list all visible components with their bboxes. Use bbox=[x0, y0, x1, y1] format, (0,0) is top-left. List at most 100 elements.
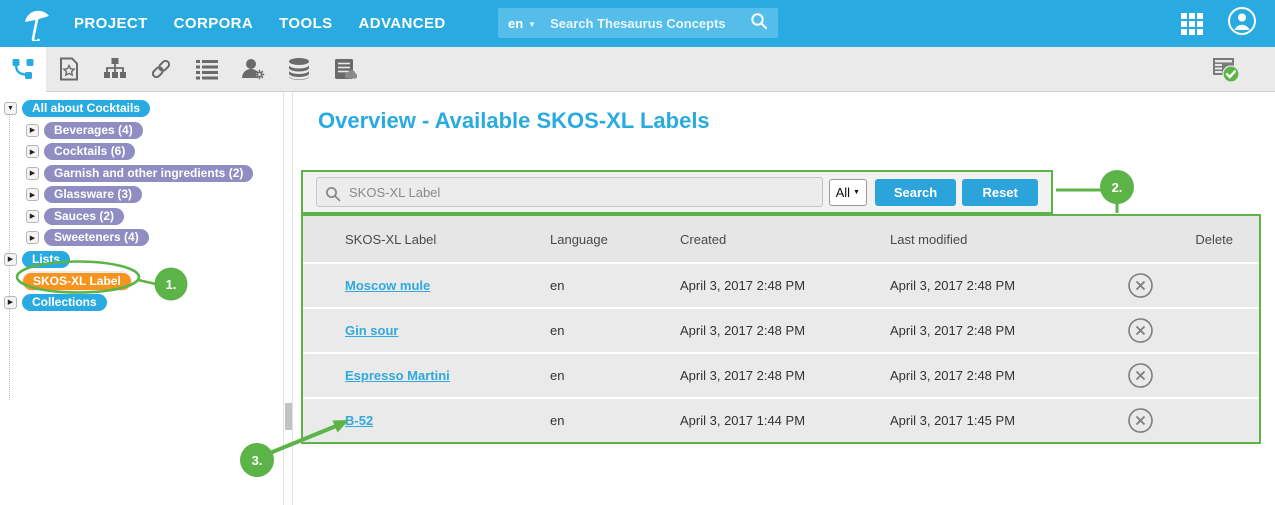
expand-icon[interactable]: ▶ bbox=[4, 253, 17, 266]
server-data-icon[interactable] bbox=[322, 47, 368, 92]
project-toolbar bbox=[0, 47, 1275, 92]
expand-icon[interactable]: ▶ bbox=[26, 167, 39, 180]
tree-item-cocktails[interactable]: ▶ Cocktails (6) bbox=[26, 141, 283, 163]
col-header-created: Created bbox=[680, 232, 890, 247]
delete-button[interactable] bbox=[1127, 362, 1154, 389]
filter-scope-select[interactable]: All ▼ bbox=[829, 179, 867, 206]
expand-icon[interactable]: ▶ bbox=[26, 124, 39, 137]
reset-button[interactable]: Reset bbox=[962, 179, 1038, 206]
language-selector[interactable]: en bbox=[508, 16, 523, 31]
skosxl-label-link[interactable]: Espresso Martini bbox=[345, 368, 450, 383]
top-navigation-bar: PROJECT CORPORA TOOLS ADVANCED en ▼ Sear… bbox=[0, 0, 1275, 47]
modified-cell: April 3, 2017 2:48 PM bbox=[890, 323, 1125, 338]
language-cell: en bbox=[550, 278, 680, 293]
umbrella-logo[interactable] bbox=[14, 0, 60, 47]
modified-cell: April 3, 2017 1:45 PM bbox=[890, 413, 1125, 428]
skosxl-label-link[interactable]: B-52 bbox=[345, 413, 373, 428]
thesaurus-search-box[interactable]: en ▼ Search Thesaurus Concepts bbox=[498, 8, 778, 38]
col-header-language: Language bbox=[550, 232, 680, 247]
col-header-delete: Delete bbox=[1125, 232, 1259, 247]
hierarchy-icon[interactable] bbox=[92, 47, 138, 92]
concept-tree-icon[interactable] bbox=[0, 47, 46, 92]
label-cell: Gin sour bbox=[303, 322, 550, 340]
lists-icon[interactable] bbox=[184, 47, 230, 92]
tree-item-lists[interactable]: ▶ Lists bbox=[4, 249, 283, 271]
main-menu: PROJECT CORPORA TOOLS ADVANCED bbox=[74, 15, 446, 32]
created-cell: April 3, 2017 2:48 PM bbox=[680, 323, 890, 338]
report-check-icon[interactable] bbox=[1203, 47, 1249, 92]
delete-cell bbox=[1125, 362, 1259, 389]
user-roles-icon[interactable] bbox=[230, 47, 276, 92]
delete-x-icon bbox=[1127, 407, 1154, 434]
expand-icon[interactable]: ▶ bbox=[26, 210, 39, 223]
expand-icon[interactable]: ▶ bbox=[4, 296, 17, 309]
delete-button[interactable] bbox=[1127, 317, 1154, 344]
table-row: Moscow muleenApril 3, 2017 2:48 PMApril … bbox=[303, 262, 1259, 307]
modified-cell: April 3, 2017 2:48 PM bbox=[890, 278, 1125, 293]
tree-pill-glassware[interactable]: Glassware (3) bbox=[44, 186, 142, 203]
delete-x-icon bbox=[1127, 362, 1154, 389]
tree-pill-cocktails[interactable]: Cocktails (6) bbox=[44, 143, 135, 160]
tree-pill-sweeteners[interactable]: Sweeteners (4) bbox=[44, 229, 149, 246]
tree-pill-sauces[interactable]: Sauces (2) bbox=[44, 208, 124, 225]
tree-item-garnish[interactable]: ▶ Garnish and other ingredients (2) bbox=[26, 163, 283, 185]
label-cell: Espresso Martini bbox=[303, 367, 550, 385]
thesaurus-search-placeholder[interactable]: Search Thesaurus Concepts bbox=[550, 16, 750, 31]
language-cell: en bbox=[550, 323, 680, 338]
delete-button[interactable] bbox=[1127, 407, 1154, 434]
user-icon[interactable] bbox=[1227, 6, 1257, 41]
chevron-down-icon: ▼ bbox=[853, 189, 860, 196]
col-header-label: SKOS-XL Label bbox=[303, 232, 550, 247]
label-cell: Moscow mule bbox=[303, 277, 550, 295]
splitter-handle[interactable] bbox=[285, 403, 292, 430]
delete-button[interactable] bbox=[1127, 272, 1154, 299]
menu-tools[interactable]: TOOLS bbox=[279, 15, 332, 32]
free-concepts-icon[interactable] bbox=[46, 47, 92, 92]
tree-item-sauces[interactable]: ▶ Sauces (2) bbox=[26, 206, 283, 228]
search-button[interactable]: Search bbox=[875, 179, 957, 206]
tree-item-glassware[interactable]: ▶ Glassware (3) bbox=[26, 184, 283, 206]
tree-pill-lists[interactable]: Lists bbox=[22, 251, 70, 268]
skosxl-label-link[interactable]: Gin sour bbox=[345, 323, 398, 338]
tree-pill-root[interactable]: All about Cocktails bbox=[22, 100, 150, 117]
delete-x-icon bbox=[1127, 272, 1154, 299]
skosxl-label-link[interactable]: Moscow mule bbox=[345, 278, 430, 293]
menu-advanced[interactable]: ADVANCED bbox=[359, 15, 446, 32]
modified-cell: April 3, 2017 2:48 PM bbox=[890, 368, 1125, 383]
delete-cell bbox=[1125, 317, 1259, 344]
delete-x-icon bbox=[1127, 317, 1154, 344]
tree-pill-beverages[interactable]: Beverages (4) bbox=[44, 122, 143, 139]
links-icon[interactable] bbox=[138, 47, 184, 92]
language-cell: en bbox=[550, 368, 680, 383]
col-header-modified: Last modified bbox=[890, 232, 1125, 247]
tree-item-sweeteners[interactable]: ▶ Sweeteners (4) bbox=[26, 227, 283, 249]
skosxl-labels-table: SKOS-XL Label Language Created Last modi… bbox=[301, 214, 1261, 444]
chevron-down-icon: ▼ bbox=[528, 20, 536, 29]
tree-item-collections[interactable]: ▶ Collections bbox=[4, 292, 283, 314]
tree-pill-garnish[interactable]: Garnish and other ingredients (2) bbox=[44, 165, 253, 182]
tree-pill-skosxl-label[interactable]: SKOS-XL Label bbox=[23, 273, 131, 290]
table-row: B-52 enApril 3, 2017 1:44 PMApril 3, 2017… bbox=[303, 397, 1259, 442]
main-content: Overview - Available SKOS-XL Labels All … bbox=[293, 92, 1275, 505]
created-cell: April 3, 2017 2:48 PM bbox=[680, 278, 890, 293]
search-icon[interactable] bbox=[750, 12, 768, 35]
created-cell: April 3, 2017 1:44 PM bbox=[680, 413, 890, 428]
expand-icon[interactable]: ▶ bbox=[26, 231, 39, 244]
label-filter-input[interactable] bbox=[316, 177, 823, 207]
expand-icon[interactable]: ▶ bbox=[26, 188, 39, 201]
delete-cell bbox=[1125, 272, 1259, 299]
label-cell: B-52 bbox=[303, 412, 550, 430]
table-row: Espresso MartinienApril 3, 2017 2:48 PMA… bbox=[303, 352, 1259, 397]
menu-corpora[interactable]: CORPORA bbox=[174, 15, 253, 32]
tree-item-skosxl-label[interactable]: SKOS-XL Label bbox=[22, 270, 283, 292]
tree-item-root[interactable]: ▼ All about Cocktails bbox=[4, 98, 283, 120]
expand-icon[interactable]: ▶ bbox=[26, 145, 39, 158]
menu-project[interactable]: PROJECT bbox=[74, 15, 148, 32]
sidebar-splitter[interactable] bbox=[283, 92, 293, 505]
apps-grid-icon[interactable] bbox=[1181, 13, 1203, 35]
tree-item-beverages[interactable]: ▶ Beverages (4) bbox=[26, 120, 283, 142]
collapse-icon[interactable]: ▼ bbox=[4, 102, 17, 115]
repository-icon[interactable] bbox=[276, 47, 322, 92]
language-cell: en bbox=[550, 413, 680, 428]
tree-pill-collections[interactable]: Collections bbox=[22, 294, 107, 311]
